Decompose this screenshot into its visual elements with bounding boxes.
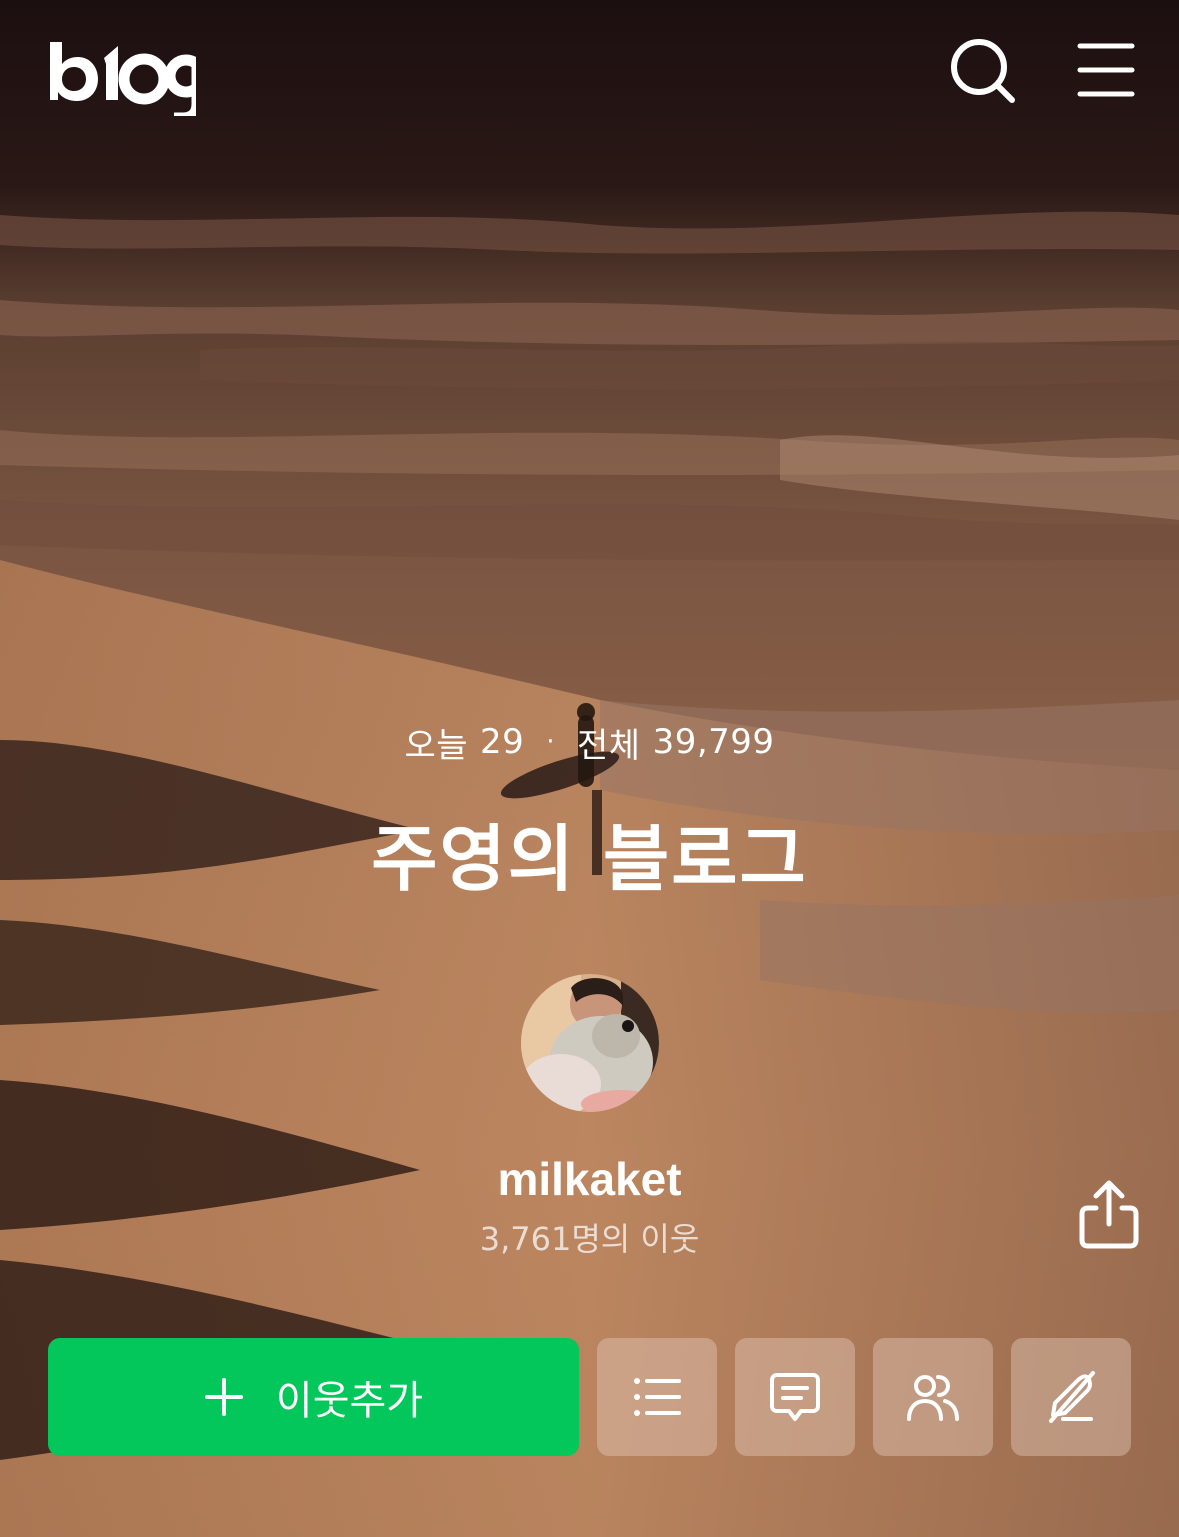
search-icon[interactable]	[942, 30, 1022, 110]
add-neighbor-label: 이웃추가	[275, 1378, 424, 1424]
plus-icon	[204, 1378, 243, 1416]
neighbors-icon	[907, 1375, 959, 1421]
write-disabled-icon	[1049, 1371, 1095, 1423]
neighbor-count[interactable]: 3,761명의 이웃	[0, 1214, 1179, 1260]
comment-icon	[770, 1373, 820, 1421]
write-button[interactable]	[1011, 1338, 1131, 1456]
blog-logo[interactable]	[46, 26, 196, 116]
list-icon	[634, 1378, 681, 1416]
total-label: 전체	[577, 725, 641, 766]
neighbors-button[interactable]	[873, 1338, 993, 1456]
today-label: 오늘	[404, 725, 468, 766]
avatar[interactable]	[521, 974, 659, 1112]
today-count: 29	[480, 722, 525, 762]
comment-button[interactable]	[735, 1338, 855, 1456]
add-neighbor-button[interactable]: 이웃추가	[48, 1338, 579, 1456]
total-count: 39,799	[652, 722, 775, 762]
blog-username: milkaket	[497, 1153, 682, 1205]
hamburger-menu-icon[interactable]	[1066, 30, 1146, 110]
visitor-stats: 오늘 29 · 전체 39,799	[0, 712, 1179, 772]
share-icon[interactable]	[1074, 1178, 1144, 1252]
category-list-button[interactable]	[597, 1338, 717, 1456]
stats-separator: ·	[546, 727, 556, 757]
blog-title: 주영의 블로그	[371, 817, 808, 901]
